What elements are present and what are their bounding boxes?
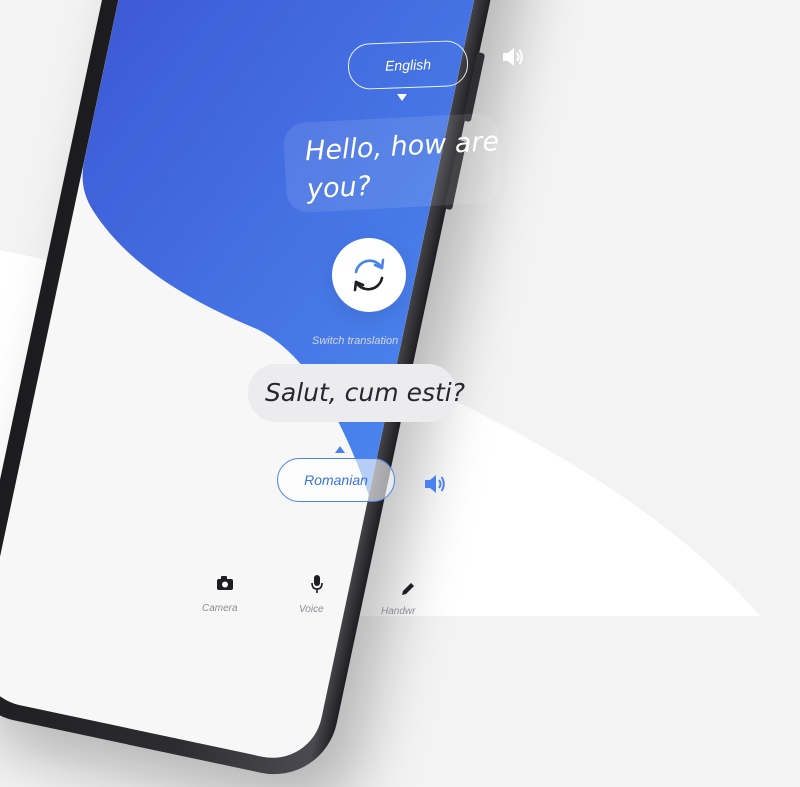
target-language-label: Romanian	[304, 472, 368, 488]
target-text[interactable]: Salut, cum esti?	[265, 378, 465, 407]
speaker-icon[interactable]	[500, 44, 526, 70]
switch-translation-button[interactable]	[332, 238, 406, 312]
target-language-selector[interactable]: Romanian	[277, 458, 395, 502]
caret-down-icon	[397, 94, 407, 101]
source-language-selector[interactable]: English	[347, 39, 469, 91]
tab-handwriting[interactable]: Handwr	[381, 606, 415, 617]
switch-translation-label: Switch translation	[312, 335, 399, 347]
tab-voice[interactable]: Voice	[299, 604, 324, 615]
camera-icon[interactable]	[215, 574, 235, 592]
microphone-icon[interactable]	[309, 574, 325, 594]
pencil-icon[interactable]	[399, 580, 417, 598]
source-text[interactable]: Hello, how are you?	[304, 123, 508, 209]
refresh-icon	[353, 258, 385, 292]
speaker-icon[interactable]	[422, 471, 448, 497]
source-language-label: English	[384, 56, 432, 74]
caret-up-icon	[335, 446, 345, 453]
tab-camera[interactable]: Camera	[202, 603, 238, 614]
